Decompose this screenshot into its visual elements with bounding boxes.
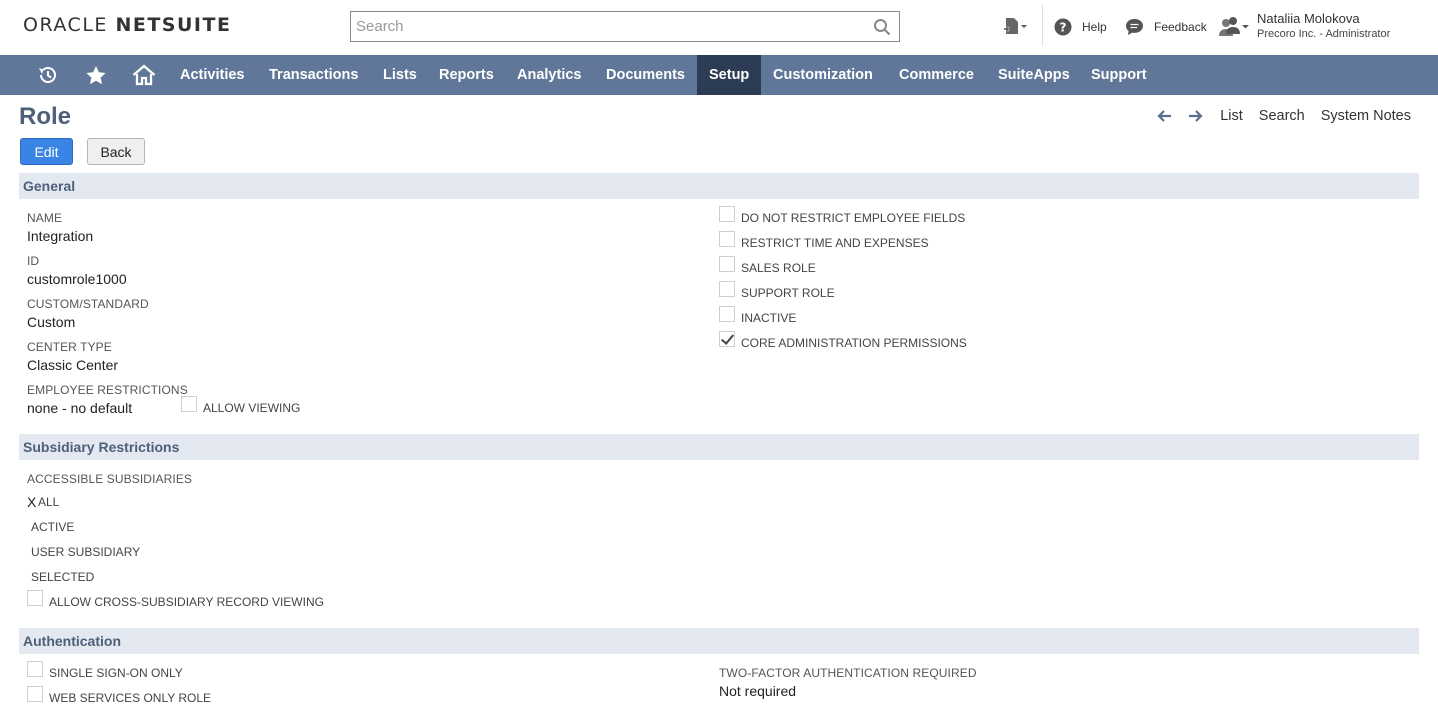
home-icon[interactable] <box>129 55 159 95</box>
inactive-checkbox[interactable] <box>719 306 735 322</box>
section-title: Authentication <box>23 633 121 649</box>
web-services-only-role-checkbox[interactable] <box>27 686 43 702</box>
custom-standard-value: Custom <box>27 314 76 330</box>
allow-cross-subsidiary-label: ALLOW CROSS-SUBSIDIARY RECORD VIEWING <box>49 595 324 609</box>
nav-transactions[interactable]: Transactions <box>257 55 370 95</box>
sales-role-checkbox[interactable] <box>719 256 735 272</box>
section-title: General <box>23 178 76 194</box>
center-type-label: CENTER TYPE <box>27 340 112 354</box>
subsidiary-restrictions-section-header[interactable]: Subsidiary Restrictions <box>19 434 1419 460</box>
authentication-section-header[interactable]: Authentication <box>19 628 1419 654</box>
user-role[interactable]: Precoro Inc. - Administrator <box>1257 28 1390 40</box>
nav-commerce[interactable]: Commerce <box>887 55 986 95</box>
user-roles-icon[interactable] <box>1218 16 1250 38</box>
accessible-subsidiaries-label: ACCESSIBLE SUBSIDIARIES <box>27 472 193 486</box>
core-administration-permissions-label: CORE ADMINISTRATION PERMISSIONS <box>741 336 967 350</box>
nav-setup[interactable]: Setup <box>697 55 761 95</box>
next-arrow-icon[interactable] <box>1188 108 1204 124</box>
header: ORACLE NETSUITE ? Help Feedback Nataliia… <box>0 0 1438 55</box>
header-divider <box>1042 5 1043 46</box>
previous-arrow-icon[interactable] <box>1156 108 1172 124</box>
nav-lists[interactable]: Lists <box>371 55 429 95</box>
record-navigation: List Search System Notes <box>1156 108 1411 124</box>
nav-reports[interactable]: Reports <box>427 55 506 95</box>
id-value: customrole1000 <box>27 271 127 287</box>
restrict-time-and-expenses-checkbox[interactable] <box>719 231 735 247</box>
nav-analytics[interactable]: Analytics <box>505 55 593 95</box>
netsuite-logo[interactable]: ORACLE NETSUITE <box>23 14 231 36</box>
name-value: Integration <box>27 228 94 244</box>
inactive-label: INACTIVE <box>741 311 797 325</box>
subsidiary-option-active: ACTIVE <box>31 520 75 534</box>
nav-documents[interactable]: Documents <box>594 55 697 95</box>
core-administration-permissions-checkbox[interactable] <box>719 331 735 347</box>
custom-standard-label: CUSTOM/STANDARD <box>27 297 149 311</box>
name-label: NAME <box>27 211 63 225</box>
center-type-value: Classic Center <box>27 357 119 373</box>
edit-button[interactable]: Edit <box>20 138 73 165</box>
list-link[interactable]: List <box>1220 108 1243 124</box>
help-link[interactable]: Help <box>1082 20 1107 34</box>
nav-support[interactable]: Support <box>1079 55 1159 95</box>
search-input[interactable] <box>351 12 851 41</box>
nav-activities[interactable]: Activities <box>168 55 256 95</box>
back-button[interactable]: Back <box>87 138 145 165</box>
single-sign-on-only-label: SINGLE SIGN-ON ONLY <box>49 666 183 680</box>
do-not-restrict-employee-fields-label: DO NOT RESTRICT EMPLOYEE FIELDS <box>741 211 966 225</box>
search-icon[interactable] <box>873 18 891 36</box>
allow-cross-subsidiary-checkbox[interactable] <box>27 590 43 606</box>
general-section-header[interactable]: General <box>19 173 1419 199</box>
subsidiary-option-all: ALL <box>38 495 60 509</box>
allow-viewing-checkbox[interactable] <box>181 396 197 412</box>
main-navigation: Activities Transactions Lists Reports An… <box>0 55 1438 95</box>
create-new-icon[interactable] <box>1003 17 1029 37</box>
recent-records-icon[interactable] <box>33 55 63 95</box>
feedback-link[interactable]: Feedback <box>1154 20 1207 34</box>
employee-restrictions-value: none - no default <box>27 400 133 416</box>
global-search[interactable] <box>350 11 900 42</box>
support-role-checkbox[interactable] <box>719 281 735 297</box>
single-sign-on-only-checkbox[interactable] <box>27 661 43 677</box>
two-factor-label: TWO-FACTOR AUTHENTICATION REQUIRED <box>719 666 977 680</box>
nav-suiteapps[interactable]: SuiteApps <box>986 55 1082 95</box>
subsidiary-option-selected: SELECTED <box>31 570 95 584</box>
allow-viewing-label: ALLOW VIEWING <box>203 401 301 415</box>
system-notes-link[interactable]: System Notes <box>1321 108 1411 124</box>
user-name[interactable]: Nataliia Molokova <box>1257 11 1360 26</box>
nav-customization[interactable]: Customization <box>761 55 885 95</box>
employee-restrictions-label: EMPLOYEE RESTRICTIONS <box>27 383 188 397</box>
feedback-icon[interactable] <box>1125 18 1144 36</box>
svg-text:?: ? <box>1060 21 1067 35</box>
web-services-only-role-label: WEB SERVICES ONLY ROLE <box>49 691 212 705</box>
support-role-label: SUPPORT ROLE <box>741 286 835 300</box>
subsidiary-option-user-subsidiary: USER SUBSIDIARY <box>31 545 141 559</box>
id-label: ID <box>27 254 40 268</box>
selected-option-mark: X <box>27 494 37 510</box>
section-title: Subsidiary Restrictions <box>23 439 180 455</box>
two-factor-value: Not required <box>719 683 797 699</box>
shortcuts-star-icon[interactable] <box>82 55 110 95</box>
search-link[interactable]: Search <box>1259 108 1305 124</box>
do-not-restrict-employee-fields-checkbox[interactable] <box>719 206 735 222</box>
page-title: Role <box>19 103 72 130</box>
sales-role-label: SALES ROLE <box>741 261 816 275</box>
restrict-time-and-expenses-label: RESTRICT TIME AND EXPENSES <box>741 236 929 250</box>
help-icon[interactable]: ? <box>1054 18 1072 36</box>
